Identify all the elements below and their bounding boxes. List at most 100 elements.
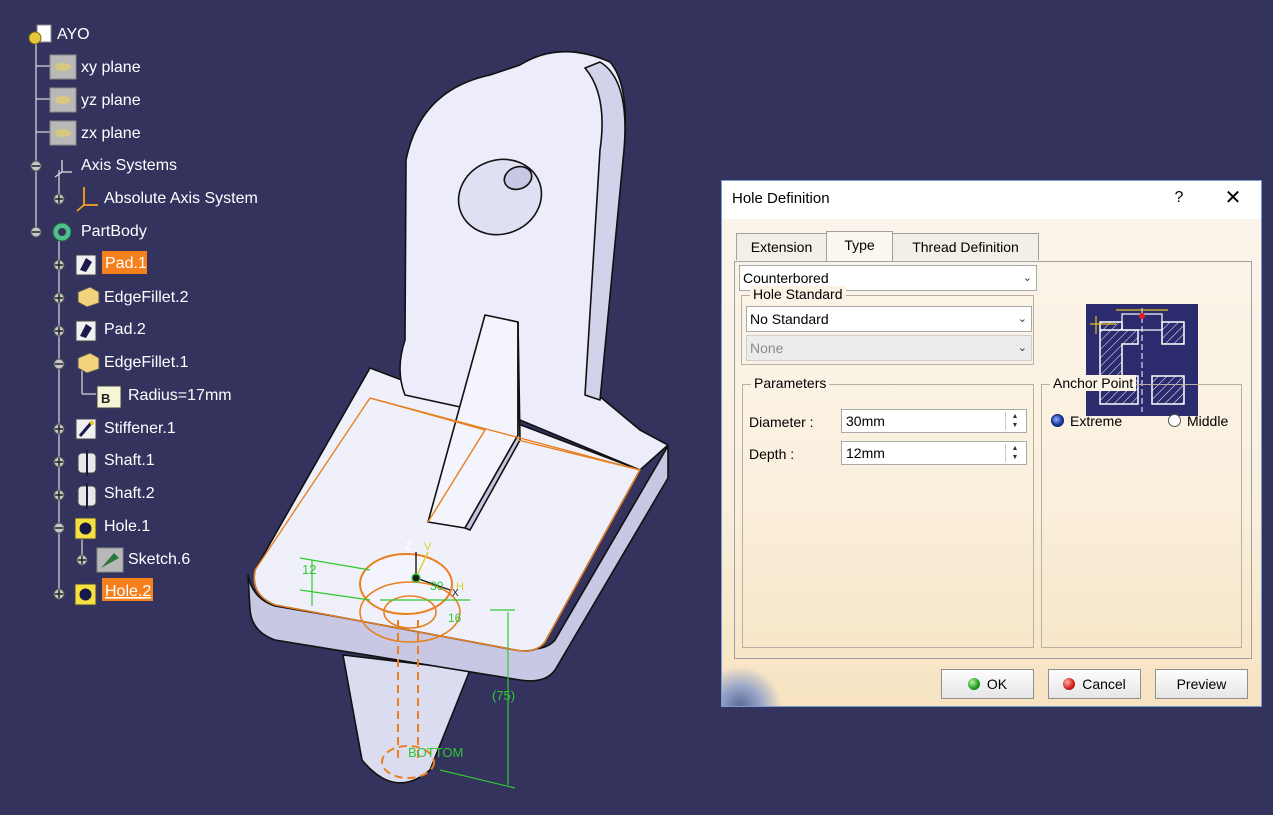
svg-text:B: B: [101, 391, 110, 406]
expand-toggle-icon[interactable]: [53, 588, 65, 600]
sketch-icon: [96, 547, 124, 573]
collapse-toggle-icon[interactable]: [53, 522, 65, 534]
dim-counterbore-label[interactable]: 30: [430, 579, 444, 593]
tree-item-yz-plane[interactable]: yz plane: [81, 92, 141, 109]
edge-fillet-icon: [77, 286, 100, 308]
edge-fillet-icon: [77, 352, 100, 374]
tree-item-zx-plane[interactable]: zx plane: [81, 125, 141, 142]
hole-standard-sub-value: None: [750, 340, 784, 356]
pad-icon: [75, 254, 97, 276]
tree-item-pad-2[interactable]: Pad.2: [104, 321, 146, 338]
tree-item-pad-1[interactable]: Pad.1: [105, 255, 147, 272]
tree-item-xy-plane[interactable]: xy plane: [81, 59, 141, 76]
tree-item-shaft-1[interactable]: Shaft.1: [104, 452, 155, 469]
tree-item-hole-2[interactable]: Hole.2: [105, 583, 151, 600]
expand-toggle-icon[interactable]: [53, 325, 65, 337]
lower-shaft: [342, 654, 471, 784]
bottom-limit-label[interactable]: BOTTOM: [408, 745, 463, 760]
hole-type-value: Counterbored: [743, 270, 829, 286]
dialog-title: Hole Definition: [732, 190, 830, 207]
chevron-down-icon: ⌄: [1022, 272, 1032, 284]
anchor-middle-label[interactable]: Middle: [1187, 413, 1228, 429]
anchor-middle-radio[interactable]: [1168, 414, 1181, 427]
tree-item-sketch-6[interactable]: Sketch.6: [128, 551, 190, 568]
axis-v-label: V: [424, 541, 432, 553]
chevron-down-icon: ⌄: [1017, 342, 1027, 354]
expand-toggle-icon[interactable]: [53, 259, 65, 271]
tree-item-edgefillet-2[interactable]: EdgeFillet.2: [104, 289, 189, 306]
tab-thread-definition[interactable]: Thread Definition: [892, 233, 1039, 260]
dim-total-label[interactable]: (75): [492, 688, 515, 703]
plane-icon: [49, 120, 77, 146]
tree-item-edgefillet-1[interactable]: EdgeFillet.1: [104, 354, 189, 371]
expand-toggle-icon[interactable]: [53, 193, 65, 205]
diameter-label: Diameter :: [749, 414, 814, 430]
preview-label: Preview: [1176, 676, 1227, 692]
axis-systems-icon: [54, 160, 72, 178]
spec-tree: AYO xy plane yz plane zx plane Axis Syst…: [28, 24, 258, 606]
collapse-toggle-icon[interactable]: [53, 358, 65, 370]
tree-item-partbody[interactable]: PartBody: [81, 223, 147, 240]
expand-toggle-icon[interactable]: [53, 423, 65, 435]
help-icon[interactable]: ?: [1168, 187, 1190, 209]
depth-label: Depth :: [749, 446, 795, 462]
cancel-label: Cancel: [1082, 676, 1126, 692]
partbody-gear-icon: [52, 222, 72, 242]
cancel-button[interactable]: Cancel: [1048, 669, 1141, 699]
stiffener-icon: [75, 418, 97, 440]
hole-definition-dialog: Hole Definition ? ✕ Extension Type Threa…: [721, 180, 1262, 707]
hole-icon: [74, 583, 97, 606]
expand-toggle-icon[interactable]: [76, 554, 88, 566]
hole-standard-value: No Standard: [750, 311, 829, 327]
preview-button[interactable]: Preview: [1155, 669, 1248, 699]
tree-item-axis-systems[interactable]: Axis Systems: [81, 157, 177, 174]
spin-up-icon: ▲: [1011, 413, 1019, 420]
tree-item-hole-1[interactable]: Hole.1: [104, 518, 150, 535]
tree-root-label[interactable]: AYO: [57, 26, 90, 43]
spin-down-icon: ▼: [1011, 422, 1019, 429]
tab-extension[interactable]: Extension: [736, 233, 827, 260]
hole-standard-select[interactable]: No Standard ⌄: [746, 306, 1032, 332]
spin-down-icon: ▼: [1011, 454, 1019, 461]
expand-toggle-icon[interactable]: [53, 292, 65, 304]
spin-up-icon: ▲: [1011, 445, 1019, 452]
depth-spinner[interactable]: ▲ ▼: [1005, 444, 1024, 462]
parameters-title: Parameters: [751, 375, 830, 391]
shaft-icon: [77, 483, 97, 509]
collapse-toggle-icon[interactable]: [30, 160, 42, 172]
anchor-point-title: Anchor Point: [1050, 375, 1137, 391]
dim-depth-label[interactable]: 12: [302, 562, 316, 577]
chevron-down-icon: ⌄: [1017, 313, 1027, 325]
hole-standard-sub-select: None ⌄: [746, 335, 1032, 361]
ok-icon: [967, 678, 980, 690]
anchor-extreme-radio[interactable]: [1051, 414, 1064, 427]
hole-icon: [74, 517, 97, 540]
ok-button[interactable]: OK: [941, 669, 1034, 699]
collapse-toggle-icon[interactable]: [30, 226, 42, 238]
tree-item-radius[interactable]: Radius=17mm: [128, 387, 232, 404]
part-model[interactable]: [247, 50, 669, 784]
expand-toggle-icon[interactable]: [53, 456, 65, 468]
dim-diameter-label[interactable]: 16: [448, 611, 462, 625]
expand-toggle-icon[interactable]: [53, 489, 65, 501]
tab-type[interactable]: Type: [826, 231, 893, 261]
close-icon[interactable]: ✕: [1222, 187, 1244, 209]
axis-z-label: Z: [405, 541, 412, 553]
depth-field[interactable]: 12mm ▲ ▼: [841, 441, 1027, 465]
dialog-corner-decoration: [722, 666, 782, 706]
diameter-field[interactable]: 30mm ▲ ▼: [841, 409, 1027, 433]
anchor-extreme-label[interactable]: Extreme: [1070, 413, 1122, 429]
cancel-icon: [1063, 678, 1076, 690]
depth-value: 12mm: [846, 445, 885, 461]
diameter-spinner[interactable]: ▲ ▼: [1005, 412, 1024, 430]
root-part-icon[interactable]: [28, 24, 52, 45]
diameter-value: 30mm: [846, 413, 885, 429]
plane-icon: [49, 54, 77, 80]
tree-item-stiffener-1[interactable]: Stiffener.1: [104, 420, 176, 437]
tree-item-shaft-2[interactable]: Shaft.2: [104, 485, 155, 502]
shaft-icon: [77, 450, 97, 476]
dialog-body: Extension Type Thread Definition Counter…: [722, 219, 1261, 706]
axis-system-icon: [76, 187, 98, 212]
tree-item-absolute-axis-system[interactable]: Absolute Axis System: [104, 190, 258, 207]
hole-standard-title: Hole Standard: [750, 286, 846, 302]
